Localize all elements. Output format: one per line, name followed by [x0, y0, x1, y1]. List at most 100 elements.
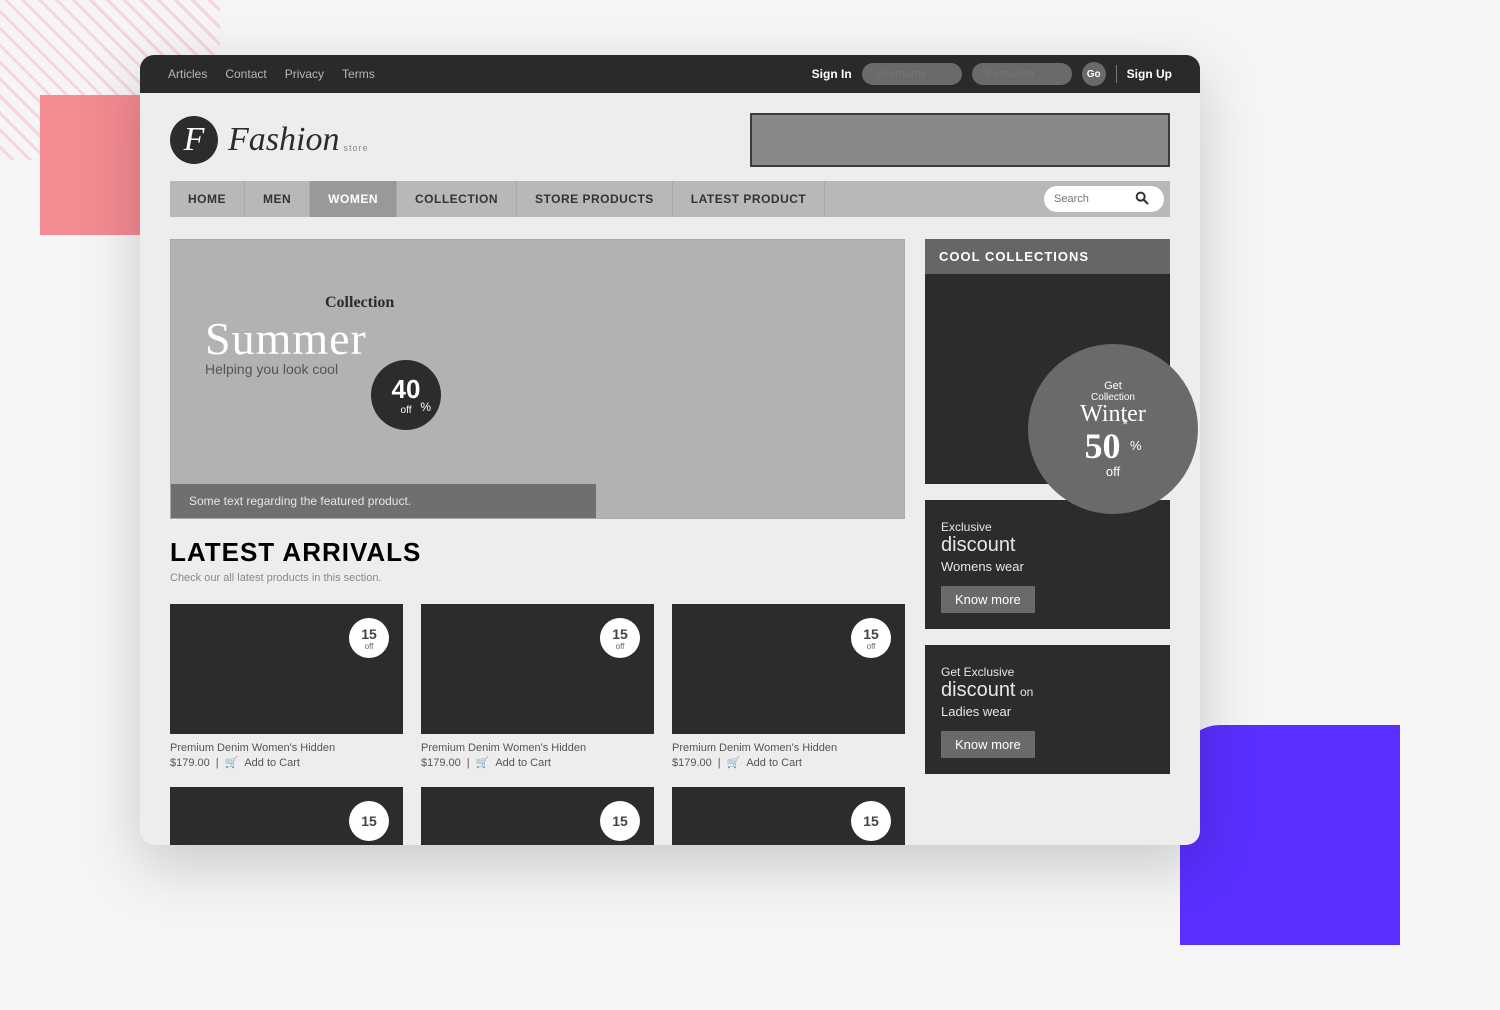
nav-latest-product[interactable]: Latest Product	[673, 181, 825, 217]
promo1-line2: discount	[941, 534, 1154, 557]
winter-promo-badge: Get Collection Winter 50 * % off	[1028, 344, 1198, 514]
promo2-line2-suffix: on	[1020, 685, 1033, 699]
topbar-link-articles[interactable]: Articles	[168, 67, 207, 81]
promo-womens-wear: Exclusive discount Womens wear Know more	[925, 500, 1170, 629]
hero-discount-badge: 40 off %	[371, 360, 441, 430]
winter-name: Winter	[1080, 401, 1146, 428]
hero-discount-off: off	[401, 405, 412, 416]
winter-get: Get	[1104, 380, 1122, 392]
discount-value: 15	[361, 626, 377, 642]
product-price: $179.00	[170, 757, 210, 769]
discount-badge: 15	[600, 801, 640, 841]
topbar-link-terms[interactable]: Terms	[342, 67, 375, 81]
logo[interactable]: F Fashion store	[170, 116, 374, 164]
signup-link[interactable]: Sign Up	[1127, 67, 1172, 81]
discount-badge: 15 off	[851, 618, 891, 658]
product-image: 15	[421, 787, 654, 845]
product-name: Premium Denim Women's Hidden	[421, 742, 654, 754]
promo1-line3: Womens wear	[941, 559, 1154, 574]
arrivals-title: Latest Arrivals	[170, 537, 905, 568]
discount-badge: 15	[349, 801, 389, 841]
password-input[interactable]	[972, 63, 1072, 85]
promo2-know-more-button[interactable]: Know more	[941, 731, 1035, 758]
discount-badge: 15	[851, 801, 891, 841]
cool-collections-header: Cool Collections	[925, 239, 1170, 274]
discount-badge: 15 off	[349, 618, 389, 658]
product-image: 15 off	[672, 604, 905, 734]
nav-collection[interactable]: Collection	[397, 181, 517, 217]
nav-women[interactable]: Women	[310, 181, 397, 217]
search-icon[interactable]	[1134, 190, 1150, 209]
discount-value: 15	[863, 626, 879, 642]
winter-pct: %	[1130, 438, 1142, 453]
logo-badge-icon: F	[170, 116, 218, 164]
add-to-cart-link[interactable]: Add to Cart	[244, 757, 300, 769]
product-card[interactable]: 15	[672, 787, 905, 845]
product-name: Premium Denim Women's Hidden	[170, 742, 403, 754]
product-price: $179.00	[421, 757, 461, 769]
search-input[interactable]	[1054, 193, 1134, 205]
topbar-auth: Sign In Go Sign Up	[812, 62, 1172, 86]
product-card[interactable]: 15	[170, 787, 403, 845]
discount-off: off	[365, 642, 374, 651]
discount-off: off	[616, 642, 625, 651]
product-image: 15	[672, 787, 905, 845]
nav-men[interactable]: Men	[245, 181, 310, 217]
product-price: $179.00	[672, 757, 712, 769]
hero-caption: Some text regarding the featured product…	[171, 484, 596, 518]
topbar-link-contact[interactable]: Contact	[225, 67, 266, 81]
discount-off: off	[867, 642, 876, 651]
promo2-line3: Ladies wear	[941, 704, 1154, 719]
hero-banner[interactable]: Collection Summer Helping you look cool …	[170, 239, 905, 519]
product-card[interactable]: 15	[421, 787, 654, 845]
promo2-line1: Get Exclusive	[941, 665, 1154, 679]
app-frame: Articles Contact Privacy Terms Sign In G…	[140, 55, 1200, 845]
hero-discount-number: 40	[392, 374, 421, 405]
cool-collections-panel: Cool Collections Get Collection Winter 5…	[925, 239, 1170, 484]
nav-search[interactable]	[1044, 186, 1164, 212]
topbar: Articles Contact Privacy Terms Sign In G…	[140, 55, 1200, 93]
product-card[interactable]: 15 off Premium Denim Women's Hidden $179…	[421, 604, 654, 769]
promo2-line2: discount	[941, 679, 1016, 701]
topbar-links: Articles Contact Privacy Terms	[168, 67, 375, 81]
winter-off: off	[1106, 464, 1120, 479]
add-to-cart-link[interactable]: Add to Cart	[746, 757, 802, 769]
username-input[interactable]	[862, 63, 962, 85]
nav-home[interactable]: Home	[170, 181, 245, 217]
promo1-line1: Exclusive	[941, 520, 1154, 534]
promo-ladies-wear: Get Exclusive discount on Ladies wear Kn…	[925, 645, 1170, 774]
hero-discount-pct: %	[420, 400, 431, 414]
product-image: 15 off	[421, 604, 654, 734]
cart-icon: 🛒	[476, 756, 490, 769]
content: Collection Summer Helping you look cool …	[140, 217, 1200, 845]
signin-label: Sign In	[812, 67, 852, 81]
header: F Fashion store	[140, 93, 1200, 181]
go-button[interactable]: Go	[1082, 62, 1106, 86]
discount-value: 15	[612, 813, 628, 829]
sidebar: Cool Collections Get Collection Winter 5…	[925, 239, 1170, 845]
cool-collections-body[interactable]: Get Collection Winter 50 * % off	[925, 274, 1170, 484]
promo1-know-more-button[interactable]: Know more	[941, 586, 1035, 613]
product-image: 15 off	[170, 604, 403, 734]
header-ad-slot	[750, 113, 1170, 167]
hero-collection-label: Collection	[325, 294, 394, 312]
product-grid: 15 off Premium Denim Women's Hidden $179…	[170, 604, 905, 845]
nav-store-products[interactable]: Store Products	[517, 181, 673, 217]
hero-title: Summer	[205, 312, 394, 365]
cart-icon: 🛒	[225, 756, 239, 769]
discount-badge: 15 off	[600, 618, 640, 658]
add-to-cart-link[interactable]: Add to Cart	[495, 757, 551, 769]
discount-value: 15	[612, 626, 628, 642]
product-image: 15	[170, 787, 403, 845]
topbar-link-privacy[interactable]: Privacy	[285, 67, 324, 81]
arrivals-subtitle: Check our all latest products in this se…	[170, 572, 905, 584]
logo-subtext: store	[343, 143, 368, 153]
product-card[interactable]: 15 off Premium Denim Women's Hidden $179…	[170, 604, 403, 769]
logo-text: Fashion	[228, 121, 339, 159]
main-column: Collection Summer Helping you look cool …	[170, 239, 905, 845]
cart-icon: 🛒	[727, 756, 741, 769]
product-card[interactable]: 15 off Premium Denim Women's Hidden $179…	[672, 604, 905, 769]
discount-value: 15	[361, 813, 377, 829]
winter-star: *	[1122, 416, 1127, 432]
decorative-purple-square	[1180, 725, 1400, 945]
